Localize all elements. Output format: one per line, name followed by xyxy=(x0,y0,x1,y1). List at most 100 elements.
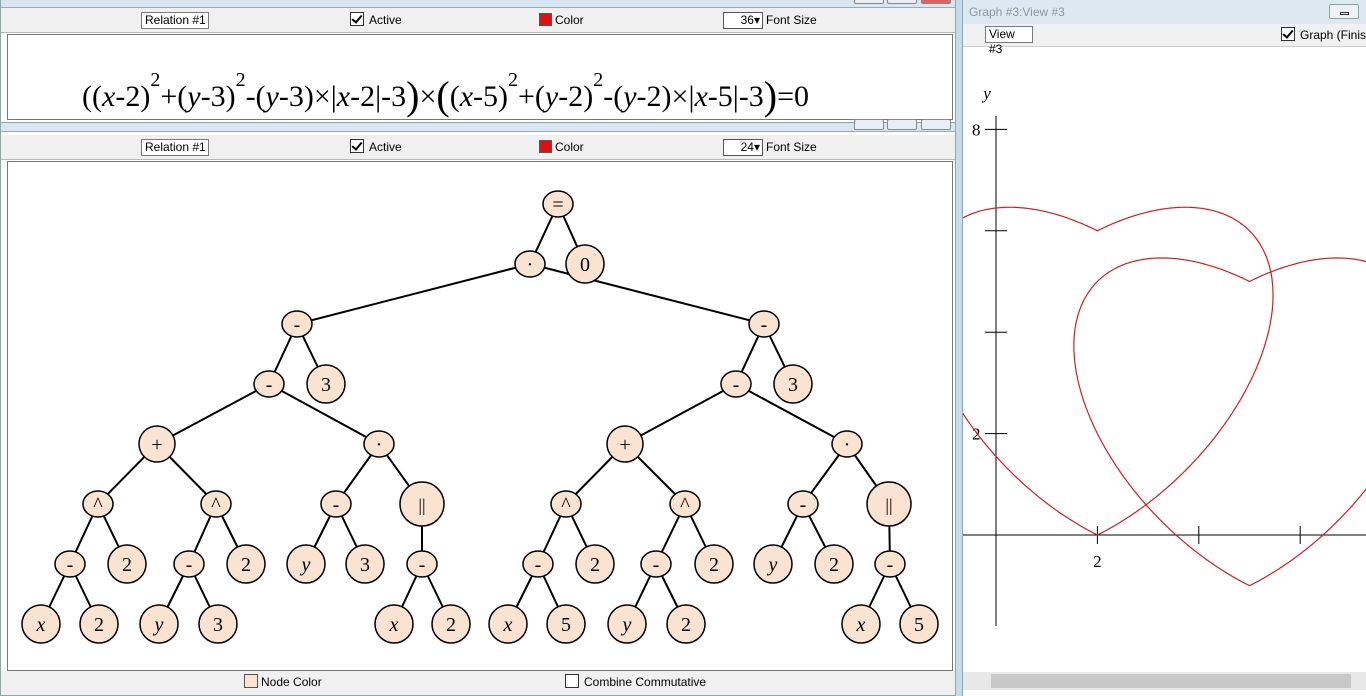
minimize-button[interactable] xyxy=(854,0,884,4)
tree-node[interactable]: 5 xyxy=(546,604,586,644)
equation-token: -2) xyxy=(558,80,594,113)
tree-node[interactable]: 2 xyxy=(666,604,706,644)
node-color-swatch[interactable] xyxy=(244,674,258,688)
maximize-button[interactable] xyxy=(887,0,917,4)
tree-maximize-button[interactable] xyxy=(887,119,917,130)
tree-node[interactable]: 2 xyxy=(694,544,734,584)
tree-active-checkbox[interactable]: Active xyxy=(350,139,402,155)
tree-node[interactable]: 5 xyxy=(899,604,939,644)
close-button[interactable] xyxy=(921,0,951,4)
tree-node[interactable]: 2 xyxy=(575,544,615,584)
tree-node[interactable]: ^ xyxy=(669,490,701,518)
tree-node[interactable]: 2 xyxy=(814,544,854,584)
tree-node[interactable]: ^ xyxy=(550,490,582,518)
tree-node[interactable]: x xyxy=(21,604,61,644)
tree-relation-field[interactable]: Relation #1 xyxy=(141,139,209,156)
equation-token: x xyxy=(694,80,708,113)
tree-node[interactable]: 2 xyxy=(431,604,471,644)
equation-token: 2 xyxy=(508,69,518,91)
tree-node[interactable]: - xyxy=(173,550,205,578)
active-label: Active xyxy=(369,13,402,27)
tree-node[interactable]: · xyxy=(514,250,546,278)
equation-token: ( xyxy=(436,73,450,118)
active-check-icon[interactable] xyxy=(350,12,364,26)
tree-node[interactable]: - xyxy=(320,490,352,518)
tree-node[interactable]: 3 xyxy=(345,544,385,584)
tree-node[interactable]: 0 xyxy=(565,244,605,284)
equation-token: =0 xyxy=(777,80,810,113)
tree-node[interactable]: - xyxy=(406,550,438,578)
equation-window: Relation #1 Active Color 36▾ Font Size ((… xyxy=(0,0,956,124)
tree-edge xyxy=(624,383,737,445)
tree-node[interactable]: - xyxy=(253,370,285,398)
tree-node[interactable]: + xyxy=(606,425,644,463)
tree-node[interactable]: y xyxy=(286,544,326,584)
view-field[interactable]: View #3 xyxy=(985,26,1033,56)
tree-font-size-select[interactable]: 24▾ xyxy=(723,139,763,156)
graph-scrollbar-thumb[interactable] xyxy=(991,674,1351,688)
tree-node-label: x xyxy=(36,614,46,636)
equation-token: -( xyxy=(245,80,266,113)
tree-active-label: Active xyxy=(369,140,402,154)
tree-node[interactable]: y xyxy=(139,604,179,644)
equation-token: ( xyxy=(177,80,188,113)
tree-node[interactable]: || xyxy=(866,481,912,527)
tree-font-size-label: Font Size xyxy=(766,140,817,154)
graph-minimize-button[interactable] xyxy=(1329,4,1359,19)
tree-color-swatch[interactable] xyxy=(539,140,552,153)
tree-node[interactable]: 3 xyxy=(198,604,238,644)
tree-color-picker[interactable]: Color xyxy=(539,139,584,155)
tree-node[interactable]: - xyxy=(748,310,780,338)
node-color-picker[interactable]: Node Color xyxy=(244,674,322,690)
combine-commutative-checkbox[interactable]: Combine Commutative xyxy=(565,674,706,690)
graph-check-icon[interactable] xyxy=(1281,27,1295,41)
equation-token: -5|-3 xyxy=(707,80,764,113)
tree-node[interactable]: x xyxy=(374,604,414,644)
tree-node[interactable]: - xyxy=(281,310,313,338)
equation-token: -2 xyxy=(115,80,141,113)
tree-node[interactable]: y xyxy=(753,544,793,584)
tree-node[interactable]: x xyxy=(488,604,528,644)
tree-node[interactable]: - xyxy=(787,490,819,518)
tree-node[interactable]: 2 xyxy=(79,604,119,644)
tree-node[interactable]: y xyxy=(607,604,647,644)
tree-node[interactable]: - xyxy=(640,550,672,578)
tree-node-label: 2 xyxy=(241,554,251,576)
tree-node[interactable]: - xyxy=(54,550,86,578)
x-tick-label: 2 xyxy=(1093,552,1102,571)
tree-active-check-icon[interactable] xyxy=(350,139,364,153)
tree-node[interactable]: ^ xyxy=(82,490,114,518)
tree-node-label: 3 xyxy=(213,614,223,636)
tree-node[interactable]: || xyxy=(399,481,445,527)
tree-node[interactable]: - xyxy=(720,370,752,398)
tree-node[interactable]: · xyxy=(363,430,395,458)
tree-node-label: ^ xyxy=(93,494,103,516)
tree-node[interactable]: 2 xyxy=(107,544,147,584)
color-swatch[interactable] xyxy=(539,13,552,26)
tree-node-label: - xyxy=(761,314,768,336)
tree-node-label: ^ xyxy=(211,494,221,516)
tree-node-label: · xyxy=(376,434,383,456)
tree-node[interactable]: 2 xyxy=(226,544,266,584)
tree-node[interactable]: 3 xyxy=(773,364,813,404)
tree-node[interactable]: · xyxy=(831,430,863,458)
tree-node[interactable]: 3 xyxy=(306,364,346,404)
tree-node[interactable]: ^ xyxy=(200,490,232,518)
tree-close-button[interactable] xyxy=(921,119,951,130)
tree-minimize-button[interactable] xyxy=(854,119,884,130)
active-checkbox[interactable]: Active xyxy=(350,12,402,28)
equation-token: ( xyxy=(82,80,92,113)
equation-token: y xyxy=(265,80,279,113)
tree-node[interactable]: = xyxy=(542,190,574,218)
tree-node-label: 3 xyxy=(321,374,331,396)
combine-check-icon[interactable] xyxy=(565,674,579,688)
font-size-select[interactable]: 36▾ xyxy=(723,12,763,29)
graph-checkbox[interactable]: Graph (Finis xyxy=(1281,27,1366,42)
tree-node[interactable]: - xyxy=(522,550,554,578)
tree-node[interactable]: + xyxy=(138,425,176,463)
tree-node[interactable]: x xyxy=(841,604,881,644)
relation-field[interactable]: Relation #1 xyxy=(141,12,209,29)
color-picker[interactable]: Color xyxy=(539,12,584,28)
graph-scrollbar[interactable] xyxy=(963,672,1366,690)
tree-node[interactable]: - xyxy=(874,550,906,578)
